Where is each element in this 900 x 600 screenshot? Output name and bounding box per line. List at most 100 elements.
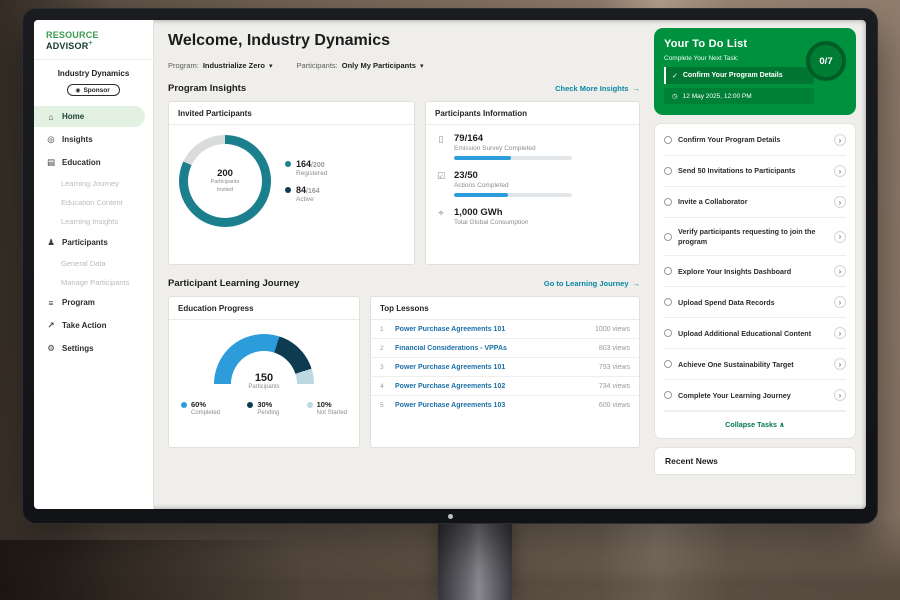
program-insights-header: Program Insights Check More Insights → [168,83,640,94]
sidebar-item-participants[interactable]: ♟ Participants [34,231,145,253]
energy-icon: ⌖ [436,208,446,230]
invited-participants-card: Invited Participants 200 Participants In… [168,101,415,265]
sidebar-item-label: Manage Participants [61,278,129,287]
collapse-up-icon: ∧ [779,420,785,429]
lesson-link[interactable]: Power Purchase Agreements 103 [395,402,592,409]
task-row[interactable]: Explore Your Insights Dashboard › [664,256,846,287]
chevron-right-icon[interactable]: › [834,134,846,146]
sidebar-item-settings[interactable]: ⚙ Settings [34,337,145,359]
task-checkbox[interactable] [664,360,672,368]
go-to-learning-journey-link[interactable]: Go to Learning Journey → [544,279,640,288]
sidebar-item-label: General Data [61,259,106,268]
collapse-tasks-link[interactable]: Collapse Tasks ∧ [664,411,846,436]
sidebar-item-education[interactable]: ▤ Education [34,151,145,173]
task-checkbox[interactable] [664,329,672,337]
task-checkbox[interactable] [664,233,672,241]
monitor-stand [438,520,512,600]
sidebar-item-general-data[interactable]: General Data [34,254,145,272]
legend-dot [285,187,291,193]
gauge-legend: 60% Completed 30% Pending [169,390,359,416]
task-row[interactable]: Invite a Collaborator › [664,187,846,218]
legend-dot [247,402,253,408]
participants-value: Only My Participants [342,61,416,70]
chevron-right-icon[interactable]: › [834,165,846,177]
page-title: Welcome, Industry Dynamics [168,32,640,50]
recent-news-header[interactable]: Recent News [654,447,856,475]
sidebar-item-insights[interactable]: ◎ Insights [34,128,145,150]
task-checkbox[interactable] [664,267,672,275]
task-checkbox[interactable] [664,298,672,306]
chevron-down-icon: ▾ [420,62,424,70]
sidebar-item-manage-participants[interactable]: Manage Participants [34,273,145,291]
section-title: Program Insights [168,83,246,94]
todo-summary-card: Your To Do List Complete Your Next Task:… [654,28,856,115]
chevron-right-icon[interactable]: › [834,296,846,308]
task-row[interactable]: Achieve One Sustainability Target › [664,349,846,380]
legend-not-started: 10% Not Started [307,400,347,416]
lesson-row: 5 Power Purchase Agreements 103 600 view… [371,396,639,414]
card-title: Invited Participants [169,102,414,125]
participants-dropdown[interactable]: Participants: Only My Participants ▾ [296,61,423,70]
section-title: Participant Learning Journey [168,278,299,289]
desk-background: RESOURCE ADVISOR+ Industry Dynamics ◉ Sp… [0,0,900,600]
legend-dot [307,402,313,408]
legend-dot [181,402,187,408]
sidebar-item-take-action[interactable]: ↗ Take Action [34,314,145,336]
sidebar-item-education-content[interactable]: Education Content [34,193,145,211]
todo-task-list: Confirm Your Program Details › Send 50 I… [654,123,856,439]
task-row[interactable]: Upload Additional Educational Content › [664,318,846,349]
card-title: Top Lessons [371,297,639,320]
education-icon: ▤ [46,157,56,168]
chevron-right-icon[interactable]: › [834,327,846,339]
chevron-right-icon[interactable]: › [834,196,846,208]
sidebar-item-home[interactable]: ⌂ Home [34,106,145,127]
lesson-row: 1 Power Purchase Agreements 101 1000 vie… [371,320,639,339]
lesson-link[interactable]: Power Purchase Agreements 102 [395,383,592,390]
task-checkbox[interactable] [664,167,672,175]
sidebar-item-learning-journey[interactable]: Learning Journey [34,174,145,192]
task-row[interactable]: Confirm Your Program Details › [664,125,846,156]
program-insights-cards: Invited Participants 200 Participants In… [168,101,640,265]
program-icon: ≡ [46,298,56,308]
chevron-right-icon[interactable]: › [834,265,846,277]
sponsor-label: Sponsor [83,87,109,94]
learning-journey-header: Participant Learning Journey Go to Learn… [168,278,640,289]
task-row[interactable]: Send 50 Invitations to Participants › [664,156,846,187]
task-checkbox[interactable] [664,136,672,144]
sidebar-item-learning-insights[interactable]: Learning Insights [34,212,145,230]
lesson-link[interactable]: Financial Considerations - VPPAs [395,345,592,352]
task-row[interactable]: Verify participants requesting to join t… [664,218,846,256]
legend-dot [285,161,291,167]
lesson-link[interactable]: Power Purchase Agreements 101 [395,326,588,333]
filter-bar: Program: Industrialize Zero ▾ Participan… [168,61,640,70]
lesson-link[interactable]: Power Purchase Agreements 101 [395,364,592,371]
actions-icon: ☑ [436,171,446,197]
task-checkbox[interactable] [664,391,672,399]
insights-icon: ◎ [46,134,56,145]
donut-chart: 200 Participants Invited [179,135,271,227]
chevron-down-icon: ▾ [269,62,273,70]
sidebar-item-label: Learning Journey [61,179,119,188]
survey-icon: ▯ [436,134,446,160]
program-dropdown[interactable]: Program: Industrialize Zero ▾ [168,61,272,70]
arrow-right-icon: → [633,84,641,93]
card-title: Education Progress [169,297,359,320]
brand-part1: RESOURCE [46,30,99,40]
chevron-right-icon[interactable]: › [834,231,846,243]
check-more-insights-link[interactable]: Check More Insights → [555,84,640,93]
participants-label: Participants: [296,61,337,70]
sidebar-item-program[interactable]: ≡ Program [34,292,145,313]
task-checkbox[interactable] [664,198,672,206]
task-row[interactable]: Upload Spend Data Records › [664,287,846,318]
task-row[interactable]: Complete Your Learning Journey › [664,380,846,411]
participants-icon: ♟ [46,237,56,248]
power-led [448,514,453,519]
chevron-right-icon[interactable]: › [834,358,846,370]
sponsor-badge[interactable]: ◉ Sponsor [67,84,120,96]
legend-pending: 30% Pending [247,400,279,416]
donut-center: 200 Participants Invited [188,144,262,218]
chevron-right-icon[interactable]: › [834,389,846,401]
todo-next-task[interactable]: ✓ Confirm Your Program Details [664,67,814,84]
todo-panel: Your To Do List Complete Your Next Task:… [652,20,866,509]
desk-shadow [0,540,300,600]
